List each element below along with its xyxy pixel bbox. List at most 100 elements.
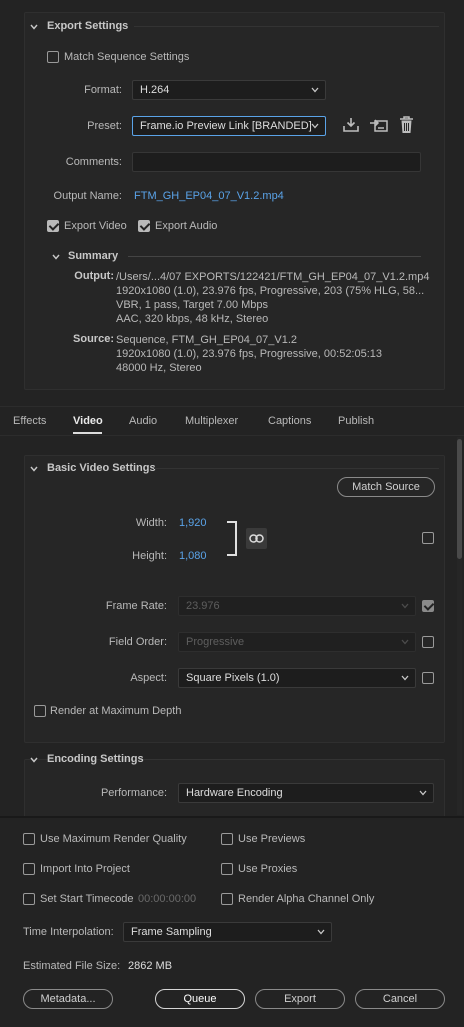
- chevron-down-icon: [311, 123, 319, 129]
- export-video-label: Export Video: [64, 220, 127, 232]
- tab-multiplexer[interactable]: Multiplexer: [185, 415, 238, 427]
- summary-source-line: Sequence, FTM_GH_EP04_07_V1.2: [116, 334, 298, 346]
- render-alpha-checkbox[interactable]: [221, 893, 233, 905]
- preset-value: Frame.io Preview Link [BRANDED]: [140, 120, 312, 132]
- preset-select[interactable]: Frame.io Preview Link [BRANDED]: [132, 116, 326, 136]
- summary-output-line: VBR, 1 pass, Target 7.00 Mbps: [116, 299, 269, 311]
- performance-label: Performance:: [100, 787, 167, 799]
- frame-rate-override-checkbox[interactable]: [422, 600, 434, 612]
- use-proxies-checkbox[interactable]: [221, 863, 233, 875]
- export-settings-title: Export Settings: [47, 20, 129, 32]
- comments-label: Comments:: [65, 156, 122, 168]
- divider: [134, 26, 439, 27]
- time-interp-value: Frame Sampling: [131, 926, 212, 938]
- scrollbar-thumb[interactable]: [457, 439, 462, 559]
- est-size-label: Estimated File Size:: [23, 960, 121, 972]
- divider: [154, 468, 439, 469]
- use-max-quality-label: Use Maximum Render Quality: [40, 833, 187, 845]
- performance-select[interactable]: Hardware Encoding: [178, 783, 434, 803]
- summary-output-line: /Users/...4/07 EXPORTS/122421/FTM_GH_EP0…: [116, 271, 430, 283]
- field-order-value: Progressive: [186, 636, 245, 648]
- match-sequence-checkbox[interactable]: [47, 51, 59, 63]
- est-size-value: 2862 MB: [128, 960, 173, 972]
- time-interp-select[interactable]: Frame Sampling: [123, 922, 332, 942]
- scrollbar-track[interactable]: [457, 437, 462, 815]
- use-max-quality-checkbox[interactable]: [23, 833, 35, 845]
- frame-rate-label: Frame Rate:: [105, 600, 167, 612]
- export-audio-label: Export Audio: [155, 220, 218, 232]
- height-label: Height:: [132, 550, 167, 562]
- start-tc-value[interactable]: 00:00:00:00: [138, 893, 196, 905]
- format-label: Format:: [84, 84, 122, 96]
- chevron-down-icon: [30, 24, 38, 30]
- tab-captions[interactable]: Captions: [268, 415, 311, 427]
- export-video-checkbox[interactable]: [47, 220, 59, 232]
- summary-output-label: Output:: [74, 270, 114, 282]
- width-value[interactable]: 1,920: [179, 517, 207, 529]
- import-project-label: Import Into Project: [40, 863, 130, 875]
- summary-output-line: 1920x1080 (1.0), 23.976 fps, Progressive…: [116, 285, 425, 297]
- import-preset-icon[interactable]: [369, 117, 389, 133]
- output-name-label: Output Name:: [53, 190, 122, 202]
- set-start-tc-checkbox[interactable]: [23, 893, 35, 905]
- tab-video[interactable]: Video: [73, 415, 103, 427]
- aspect-override-checkbox[interactable]: [422, 672, 434, 684]
- basic-video-title: Basic Video Settings: [47, 462, 156, 474]
- height-value[interactable]: 1,080: [179, 550, 207, 562]
- width-label: Width:: [135, 517, 167, 529]
- field-order-select[interactable]: Progressive: [178, 632, 416, 652]
- width-height-override-checkbox[interactable]: [422, 532, 434, 544]
- divider: [144, 759, 439, 760]
- use-previews-label: Use Previews: [238, 833, 306, 845]
- render-max-depth-label: Render at Maximum Depth: [50, 705, 182, 717]
- chevron-down-icon: [311, 87, 319, 93]
- chevron-down-icon: [401, 639, 409, 645]
- aspect-select[interactable]: Square Pixels (1.0): [178, 668, 416, 688]
- export-button[interactable]: Export: [255, 989, 345, 1009]
- divider: [0, 435, 464, 436]
- queue-button[interactable]: Queue: [155, 989, 245, 1009]
- summary-source-line: 1920x1080 (1.0), 23.976 fps, Progressive…: [116, 348, 383, 360]
- tab-effects[interactable]: Effects: [13, 415, 46, 427]
- summary-output-line: AAC, 320 kbps, 48 kHz, Stereo: [116, 313, 269, 325]
- aspect-label: Aspect:: [130, 672, 167, 684]
- export-audio-checkbox[interactable]: [138, 220, 150, 232]
- output-name-link[interactable]: FTM_GH_EP04_07_V1.2.mp4: [134, 190, 284, 202]
- render-max-depth-checkbox[interactable]: [34, 705, 46, 717]
- cancel-button[interactable]: Cancel: [355, 989, 445, 1009]
- chevron-down-icon: [30, 757, 38, 763]
- chevron-down-icon: [419, 790, 427, 796]
- match-sequence-label: Match Sequence Settings: [64, 51, 190, 63]
- constrain-proportions-toggle[interactable]: [246, 528, 267, 549]
- chevron-down-icon: [52, 254, 60, 260]
- tab-video-underline: [73, 432, 102, 434]
- use-previews-checkbox[interactable]: [221, 833, 233, 845]
- summary-source-line: 48000 Hz, Stereo: [116, 362, 202, 374]
- summary-source-lines: Sequence, FTM_GH_EP04_07_V1.2 1920x1080 …: [116, 333, 436, 375]
- field-order-label: Field Order:: [108, 636, 167, 648]
- frame-rate-value: 23.976: [186, 600, 220, 612]
- frame-rate-select[interactable]: 23.976: [178, 596, 416, 616]
- aspect-value: Square Pixels (1.0): [186, 672, 280, 684]
- save-preset-icon[interactable]: [342, 117, 360, 133]
- match-source-button[interactable]: Match Source: [337, 477, 435, 497]
- metadata-button[interactable]: Metadata...: [23, 989, 113, 1009]
- summary-source-label: Source:: [73, 333, 114, 345]
- trash-icon[interactable]: [399, 116, 414, 134]
- tab-publish[interactable]: Publish: [338, 415, 374, 427]
- import-project-checkbox[interactable]: [23, 863, 35, 875]
- chevron-down-icon: [30, 466, 38, 472]
- render-alpha-label: Render Alpha Channel Only: [238, 893, 375, 905]
- chevron-down-icon: [317, 929, 325, 935]
- summary-title: Summary: [68, 250, 119, 262]
- format-select[interactable]: H.264: [132, 80, 326, 100]
- chevron-down-icon: [401, 603, 409, 609]
- tab-audio[interactable]: Audio: [129, 415, 157, 427]
- field-order-override-checkbox[interactable]: [422, 636, 434, 648]
- comments-input[interactable]: [132, 152, 421, 172]
- preset-label: Preset:: [87, 120, 122, 132]
- link-bracket: [227, 521, 237, 556]
- time-interp-label: Time Interpolation:: [23, 926, 114, 938]
- summary-output-lines: /Users/...4/07 EXPORTS/122421/FTM_GH_EP0…: [116, 270, 436, 326]
- performance-value: Hardware Encoding: [186, 787, 283, 799]
